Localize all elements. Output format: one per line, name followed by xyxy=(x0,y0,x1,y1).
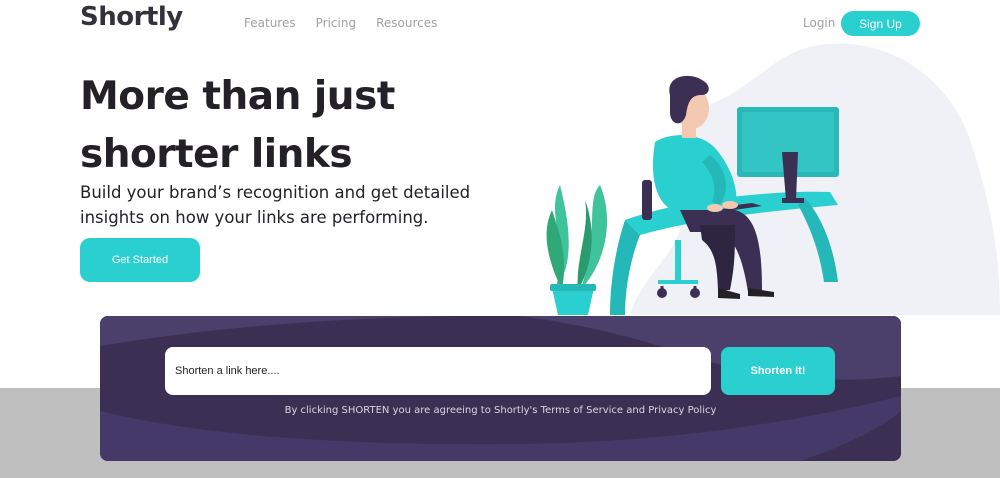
nav-links: Features Pricing Resources xyxy=(244,16,437,30)
hero-title: More than just shorter links xyxy=(80,74,395,177)
sign-up-button[interactable]: Sign Up xyxy=(841,11,920,36)
person-working-illustration xyxy=(546,43,1000,316)
logo[interactable]: Shortly xyxy=(80,2,183,32)
nav-link-resources[interactable]: Resources xyxy=(376,16,437,30)
nav-link-features[interactable]: Features xyxy=(244,16,296,30)
login-link[interactable]: Login xyxy=(803,16,835,30)
terms-notice: By clicking SHORTEN you are agreeing to … xyxy=(284,405,717,416)
hero-subtitle: Build your brand’s recognition and get d… xyxy=(80,183,471,227)
get-started-button[interactable]: Get Started xyxy=(80,238,200,282)
shorten-form: Shorten It! By clicking SHORTEN you are … xyxy=(100,316,901,461)
shorten-it-button[interactable]: Shorten It! xyxy=(721,347,835,395)
link-input[interactable] xyxy=(165,347,711,395)
nav-link-pricing[interactable]: Pricing xyxy=(316,16,356,30)
